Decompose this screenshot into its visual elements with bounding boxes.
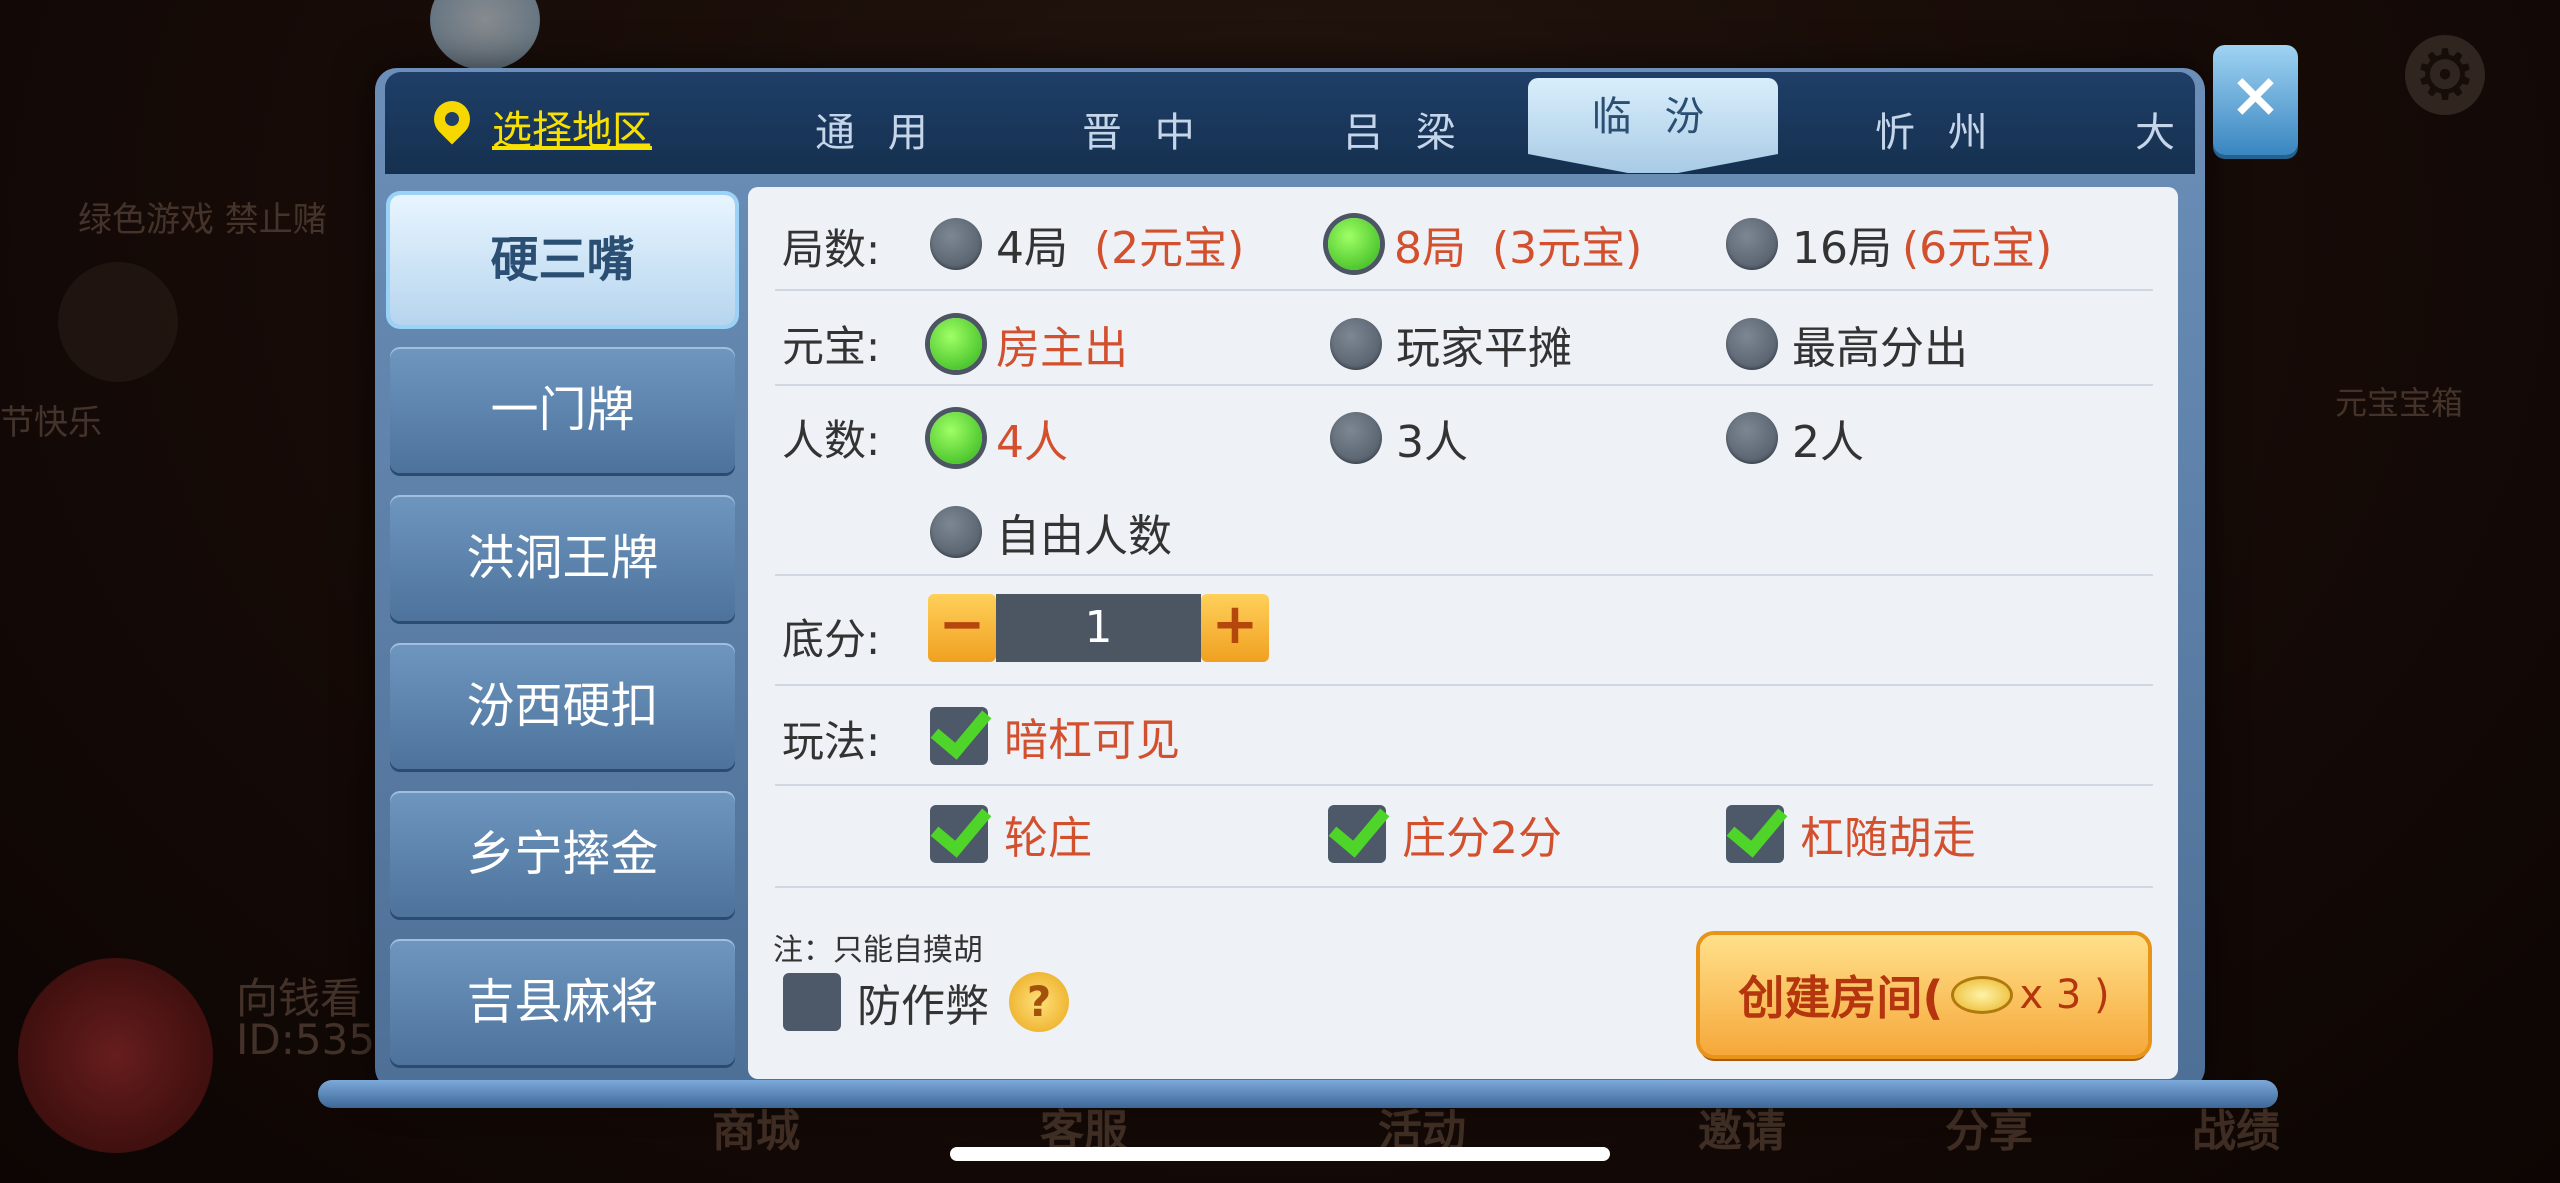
rule-note: 注：只能自摸胡 [773, 933, 983, 968]
region-selector[interactable]: 选择地区 [430, 98, 652, 156]
rounds-option-8[interactable]: 8局 (3元宝) [1328, 212, 1642, 276]
close-button[interactable]: × [2213, 45, 2298, 155]
divider [775, 289, 2153, 291]
radio-icon[interactable] [1330, 318, 1382, 370]
radio-selected-icon[interactable] [930, 318, 982, 370]
tab-tongyong[interactable]: 通 用 [815, 100, 938, 158]
tab-xinzhou[interactable]: 忻 州 [1875, 100, 1998, 158]
payment-option-split[interactable]: 玩家平摊 [1330, 312, 1572, 376]
radio-icon[interactable] [1726, 218, 1778, 270]
radio-icon[interactable] [1726, 318, 1778, 370]
checkbox-checked-icon[interactable] [930, 707, 988, 765]
rule-dealer-score[interactable]: 庄分2分 [1328, 802, 1562, 866]
rule-kong-follows-win[interactable]: 杠随胡走 [1726, 802, 1976, 866]
dialog-bottom-frame [318, 1080, 2278, 1108]
sidebar-item-hongdong[interactable]: 洪洞王牌 [390, 495, 735, 621]
rule-concealed-kong-visible[interactable]: 暗杠可见 [930, 704, 1180, 768]
payment-option-highest[interactable]: 最高分出 [1726, 312, 1968, 376]
checkbox-checked-icon[interactable] [930, 805, 988, 863]
tab-lvliang[interactable]: 吕 梁 [1343, 100, 1466, 158]
checkbox-checked-icon[interactable] [1726, 805, 1784, 863]
rounds-option-16[interactable]: 16局 (6元宝) [1726, 212, 2052, 276]
rule-rotate-dealer[interactable]: 轮庄 [930, 802, 1092, 866]
sidebar-item-jixian[interactable]: 吉县麻将 [390, 939, 735, 1065]
players-option-free[interactable]: 自由人数 [930, 500, 1172, 564]
players-option-4[interactable]: 4人 [930, 406, 1068, 470]
base-score-value: 1 [996, 594, 1201, 662]
divider [775, 384, 2153, 386]
anti-cheat-option[interactable]: 防作弊 ? [783, 970, 1069, 1034]
players-option-2[interactable]: 2人 [1726, 406, 1864, 470]
home-indicator[interactable] [950, 1147, 1610, 1161]
tab-datong[interactable]: 大 [2135, 100, 2185, 158]
sidebar-item-xiangning[interactable]: 乡宁摔金 [390, 791, 735, 917]
tab-jinzhong[interactable]: 晋 中 [1082, 100, 1205, 158]
checkbox-icon[interactable] [783, 973, 841, 1031]
radio-icon[interactable] [1726, 412, 1778, 464]
rounds-label: 局数: [782, 225, 881, 274]
rules-label: 玩法: [782, 717, 881, 766]
region-selector-label[interactable]: 选择地区 [492, 98, 652, 156]
create-room-label: 创建房间( [1738, 971, 1944, 1025]
base-score-stepper[interactable]: − 1 + [928, 594, 1269, 662]
players-option-3[interactable]: 3人 [1330, 406, 1468, 470]
create-room-button[interactable]: 创建房间( x 3 ) [1700, 935, 2148, 1055]
sidebar-item-yimenpai[interactable]: 一门牌 [390, 347, 735, 473]
sidebar-item-yingsanzui[interactable]: 硬三嘴 [390, 195, 735, 325]
divider [775, 684, 2153, 686]
help-icon[interactable]: ? [1009, 972, 1069, 1032]
gold-ingot-icon [1951, 976, 2014, 1014]
players-label: 人数: [782, 416, 881, 465]
location-pin-icon [430, 101, 474, 153]
payment-option-host[interactable]: 房主出 [930, 312, 1128, 376]
radio-icon[interactable] [930, 506, 982, 558]
radio-icon[interactable] [930, 218, 982, 270]
tab-linfen[interactable]: 临 汾 [1528, 78, 1778, 173]
radio-icon[interactable] [1330, 412, 1382, 464]
radio-selected-icon[interactable] [930, 412, 982, 464]
cost-multiplier: x 3 ) [2019, 972, 2110, 1018]
checkbox-checked-icon[interactable] [1328, 805, 1386, 863]
radio-selected-icon[interactable] [1328, 218, 1380, 270]
divider [775, 886, 2153, 888]
game-type-sidebar: 硬三嘴 一门牌 洪洞王牌 汾西硬扣 乡宁摔金 吉县麻将 [390, 195, 735, 1087]
divider [775, 784, 2153, 786]
base-score-label: 底分: [782, 615, 881, 664]
sidebar-item-fenxi[interactable]: 汾西硬扣 [390, 643, 735, 769]
rounds-option-4[interactable]: 4局 (2元宝) [930, 212, 1244, 276]
divider [775, 574, 2153, 576]
minus-button[interactable]: − [928, 594, 996, 662]
plus-button[interactable]: + [1201, 594, 1269, 662]
payment-label: 元宝: [782, 322, 881, 371]
